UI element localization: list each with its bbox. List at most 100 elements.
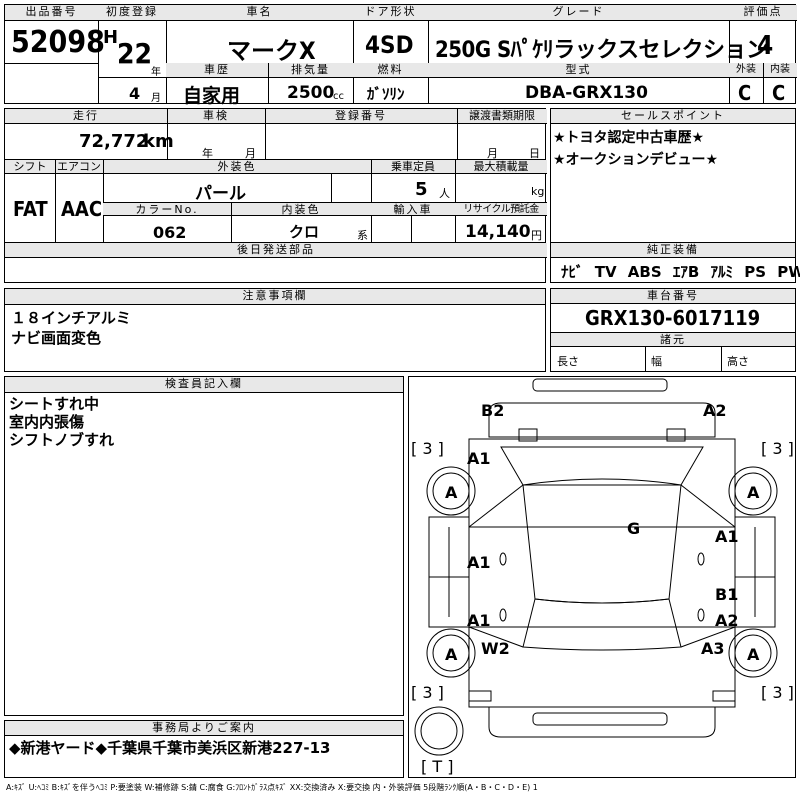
interior-grade: C xyxy=(772,81,786,105)
chassis-label: 車台番号 xyxy=(551,289,795,304)
load-unit: kg xyxy=(531,185,545,198)
grade-label: グレード xyxy=(428,5,729,21)
recycle-unit: 円 xyxy=(531,229,542,242)
vehicle-history: 自家用 xyxy=(183,85,241,107)
recycle-deposit: 14,140 xyxy=(465,222,531,242)
color-number: 062 xyxy=(153,223,187,242)
spec-height: 高さ xyxy=(727,355,749,368)
sales-point-section: セールスポイント ★トヨタ認定中古車歴★ ★オークションデビュー★ xyxy=(550,108,796,243)
damage-mark-a3: A3 xyxy=(701,639,725,658)
air-conditioner: AAC xyxy=(61,197,103,221)
interior-color-label: 内装色 xyxy=(231,202,371,216)
seating-capacity: 5 xyxy=(415,179,428,200)
damage-mark-a1-left-mid: A1 xyxy=(467,553,491,572)
first-reg-year: 22 xyxy=(117,37,153,70)
damage-mark-a2-top: A2 xyxy=(703,401,727,420)
tread-front-left: [ 3 ] xyxy=(411,439,444,458)
door-label: ドア形状 xyxy=(353,5,428,21)
inspector-line-3: シフトノブすれ xyxy=(9,431,115,449)
displacement-label: 排気量 xyxy=(268,63,353,78)
capacity-unit: 人 xyxy=(439,187,450,200)
office-section: 事務局よりご案内 ◆新港ヤード◆千葉県千葉市美浜区新港227-13 xyxy=(4,720,404,778)
type-label: 型式 xyxy=(428,63,729,78)
shift: FAT xyxy=(13,197,48,221)
recycle-deposit-label: リサイクル預託金 xyxy=(455,202,547,216)
exterior-grade: C xyxy=(738,81,752,105)
damage-mark-a1-right: A1 xyxy=(715,527,739,546)
ac-label: エアコン xyxy=(55,160,103,174)
lot-number: 52098 xyxy=(11,25,105,60)
sales-point-line-2: ★オークションデビュー★ xyxy=(553,152,719,168)
vehicle-details-section: 走行 車検 登録番号 譲渡書類期限 72,772 km 年 月 月 日 シフト … xyxy=(4,108,547,283)
mileage-label: 走行 xyxy=(5,109,167,124)
tire-mark-rear-left: A xyxy=(445,645,458,664)
equipment-items: ﾅﾋﾞ TV ABS ｴｱB ｱﾙﾐ PS PW xyxy=(561,263,800,281)
sales-point-label: セールスポイント xyxy=(551,109,795,124)
sales-point-line-1: ★トヨタ認定中古車歴★ xyxy=(553,130,705,146)
chassis-section: 車台番号 GRX130-6017119 諸元 長さ 幅 高さ xyxy=(550,288,796,372)
inspector-line-1: シートすれ中 xyxy=(9,395,100,413)
later-parts-label: 後日発送部品 xyxy=(5,243,547,258)
interior-grade-label: 内装 xyxy=(763,63,797,78)
inspector-line-2: 室内内張傷 xyxy=(9,413,85,431)
tire-mark-rear-right: A xyxy=(747,645,760,664)
spec-length: 長さ xyxy=(557,355,579,368)
equipment-section: 純正装備 ﾅﾋﾞ TV ABS ｴｱB ｱﾙﾐ PS PW xyxy=(550,242,800,283)
import-label: 輸入車 xyxy=(371,202,455,216)
exterior-color-label: 外装色 xyxy=(103,160,371,174)
spare-tire-mark: [ T ] xyxy=(421,757,454,776)
door-type: 4SD xyxy=(365,31,414,59)
spec-width: 幅 xyxy=(651,355,662,368)
tread-rear-left: [ 3 ] xyxy=(411,683,444,702)
displacement: 2500 xyxy=(287,83,335,103)
grade: 250G Sﾊﾟｹﾘラックスセレクション xyxy=(435,38,768,63)
color-number-label: カラーNo. xyxy=(103,202,231,216)
inspection-label: 車検 xyxy=(167,109,265,124)
interior-color-suffix: 系 xyxy=(357,229,368,242)
tread-front-right: [ 3 ] xyxy=(761,439,794,458)
year-unit: 年 xyxy=(151,67,161,78)
history-label: 車歴 xyxy=(166,63,268,78)
max-load-label: 最大積載量 xyxy=(455,160,547,174)
caution-line-1: １８インチアルミ xyxy=(11,309,131,327)
tire-mark-front-left: A xyxy=(445,483,458,502)
damage-mark-g: G xyxy=(627,519,641,538)
tire-mark-front-right: A xyxy=(747,483,760,502)
chassis-number: GRX130-6017119 xyxy=(585,306,761,330)
caution-label: 注意事項欄 xyxy=(5,289,545,305)
exterior-color: パール xyxy=(195,184,246,204)
registration-label: 登録番号 xyxy=(265,109,457,124)
damage-mark-a1-left-low: A1 xyxy=(467,611,491,630)
model-type: DBA-GRX130 xyxy=(525,83,648,103)
office-text: ◆新港ヤード◆千葉県千葉市美浜区新港227-13 xyxy=(9,739,331,757)
km-unit: km xyxy=(143,131,174,152)
damage-diagram: B2 A2 A1 A A G A1 A1 B1 A1 A2 W2 A3 A A … xyxy=(408,376,796,778)
first-registration-label: 初度登録 xyxy=(98,5,166,21)
interior-color: クロ xyxy=(289,223,320,241)
damage-mark-a1-front: A1 xyxy=(467,449,491,468)
equipment-label: 純正装備 xyxy=(551,243,795,258)
legend: A:ｷｽﾞ U:ﾍｺﾐ B:ｷｽﾞを伴うﾍｺﾐ P:要塗装 W:補修跡 S:錆 … xyxy=(6,783,538,792)
caution-section: 注意事項欄 １８インチアルミ ナビ画面変色 xyxy=(4,288,546,372)
cc-unit: cc xyxy=(333,91,344,102)
header-section: 出品番号 初度登録 車名 ドア形状 グレード 評価点 52098 H 22 年 … xyxy=(4,4,797,107)
capacity-label: 乗車定員 xyxy=(371,160,455,174)
model-name: マークX xyxy=(227,37,316,65)
era: H xyxy=(103,27,119,48)
lot-number-label: 出品番号 xyxy=(5,5,98,21)
caution-line-2: ナビ画面変色 xyxy=(11,329,102,347)
office-label: 事務局よりご案内 xyxy=(5,721,403,736)
car-outline-diagram xyxy=(414,378,778,756)
damage-mark-w2: W2 xyxy=(481,639,510,658)
month-unit: 月 xyxy=(151,93,161,104)
score: 4 xyxy=(757,31,774,61)
spec-label: 諸元 xyxy=(551,332,795,347)
fuel-label: 燃料 xyxy=(353,63,428,78)
shift-label: シフト xyxy=(5,160,55,174)
mileage: 72,772 xyxy=(79,131,149,152)
damage-mark-b1: B1 xyxy=(715,585,739,604)
fuel: ｶﾞｿﾘﾝ xyxy=(367,85,405,103)
damage-mark-b2: B2 xyxy=(481,401,505,420)
first-reg-month: 4 xyxy=(129,84,141,103)
exterior-grade-label: 外装 xyxy=(729,63,763,78)
